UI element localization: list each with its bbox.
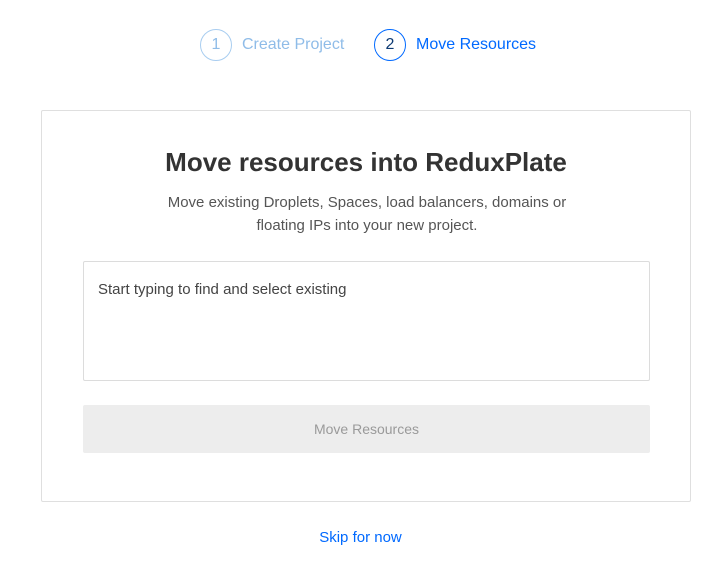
card-title: Move resources into ReduxPlate bbox=[165, 147, 567, 177]
skip-for-now-link[interactable]: Skip for now bbox=[0, 529, 721, 546]
step-create-project[interactable]: 1 Create Project bbox=[200, 29, 344, 61]
step-label-move-resources: Move Resources bbox=[416, 36, 537, 53]
step-number-2: 2 bbox=[374, 29, 406, 61]
stepper: 1 Create Project 2 Move Resources bbox=[0, 29, 721, 61]
step-number-1: 1 bbox=[200, 29, 232, 61]
step-move-resources[interactable]: 2 Move Resources bbox=[374, 29, 536, 61]
resource-search-input[interactable] bbox=[83, 261, 650, 381]
move-resources-card: Move resources into ReduxPlate Move exis… bbox=[41, 110, 691, 502]
step-label-create-project: Create Project bbox=[242, 36, 345, 53]
card-description: Move existing Droplets, Spaces, load bal… bbox=[167, 194, 567, 234]
move-resources-button[interactable]: Move Resources bbox=[83, 405, 650, 453]
move-resources-page: 1 Create Project 2 Move Resources Move r… bbox=[0, 0, 721, 573]
